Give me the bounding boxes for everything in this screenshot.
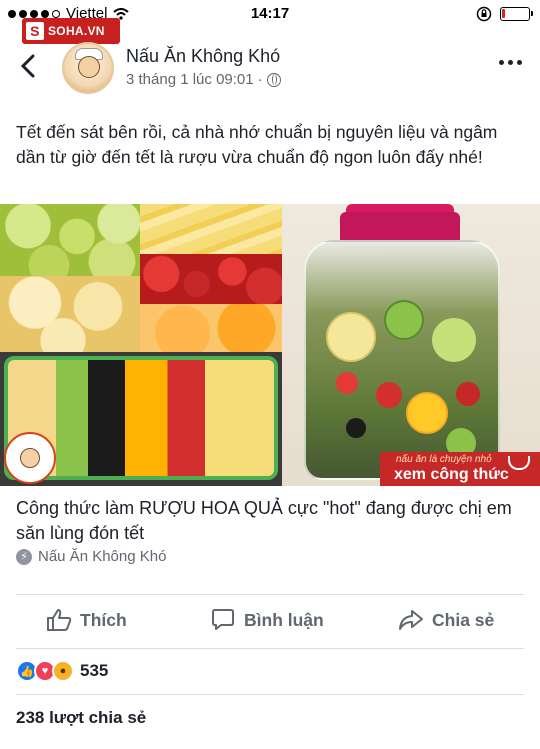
page-name[interactable]: Nấu Ăn Không Khó xyxy=(126,46,280,67)
divider xyxy=(16,594,524,595)
ellipsis-icon xyxy=(499,60,504,65)
thumbs-up-icon xyxy=(47,609,72,631)
like-label: Thích xyxy=(80,609,127,630)
soha-label: SOHA.VN xyxy=(48,24,105,38)
like-button[interactable]: Thích xyxy=(46,608,127,632)
comment-label: Bình luận xyxy=(244,609,324,630)
divider xyxy=(16,694,524,695)
page-avatar[interactable] xyxy=(62,42,114,94)
share-arrow-icon xyxy=(399,610,423,630)
reaction-count: 535 xyxy=(80,661,109,680)
rotation-lock-icon xyxy=(476,6,492,22)
more-options-button[interactable] xyxy=(499,60,522,65)
action-bar: Thích Bình luận Chia sẻ xyxy=(0,598,540,646)
brand-logo-icon xyxy=(4,432,56,484)
comment-icon xyxy=(212,609,234,630)
battery-icon xyxy=(500,7,533,21)
link-title[interactable]: Công thức làm RƯỢU HOA QUẢ cực "hot" đan… xyxy=(16,496,526,546)
comment-button[interactable]: Bình luận xyxy=(210,608,324,632)
post-header: Nấu Ăn Không Khó 3 tháng 1 lúc 09:01 · xyxy=(0,38,540,98)
divider xyxy=(16,648,524,649)
link-source[interactable]: ⚡ Nấu Ăn Không Khó xyxy=(16,548,166,565)
post-meta: 3 tháng 1 lúc 09:01 · xyxy=(126,71,281,88)
wow-icon: ● xyxy=(52,660,74,682)
link-source-name: Nấu Ăn Không Khó xyxy=(38,548,167,565)
globe-icon xyxy=(266,72,281,87)
view-recipe-label[interactable]: xem công thức xyxy=(394,466,509,484)
instant-article-icon: ⚡ xyxy=(16,548,32,565)
fruit-wine-jar xyxy=(282,204,540,486)
post-timestamp[interactable]: 3 tháng 1 lúc 09:01 · xyxy=(126,71,263,88)
post-image[interactable] xyxy=(0,204,540,486)
share-button[interactable]: Chia sẻ xyxy=(398,608,494,632)
reaction-summary[interactable]: 👍 ♥ ● 535 xyxy=(16,660,108,682)
chevron-left-icon[interactable] xyxy=(20,54,36,83)
post-caption: Tết đến sát bên rồi, cả nhà nhớ chuẩn bị… xyxy=(16,122,498,167)
share-count[interactable]: 238 lượt chia sẻ xyxy=(16,708,146,728)
share-label: Chia sẻ xyxy=(432,609,495,630)
banner-slogan: nấu ăn là chuyện nhỏ xyxy=(396,454,492,465)
